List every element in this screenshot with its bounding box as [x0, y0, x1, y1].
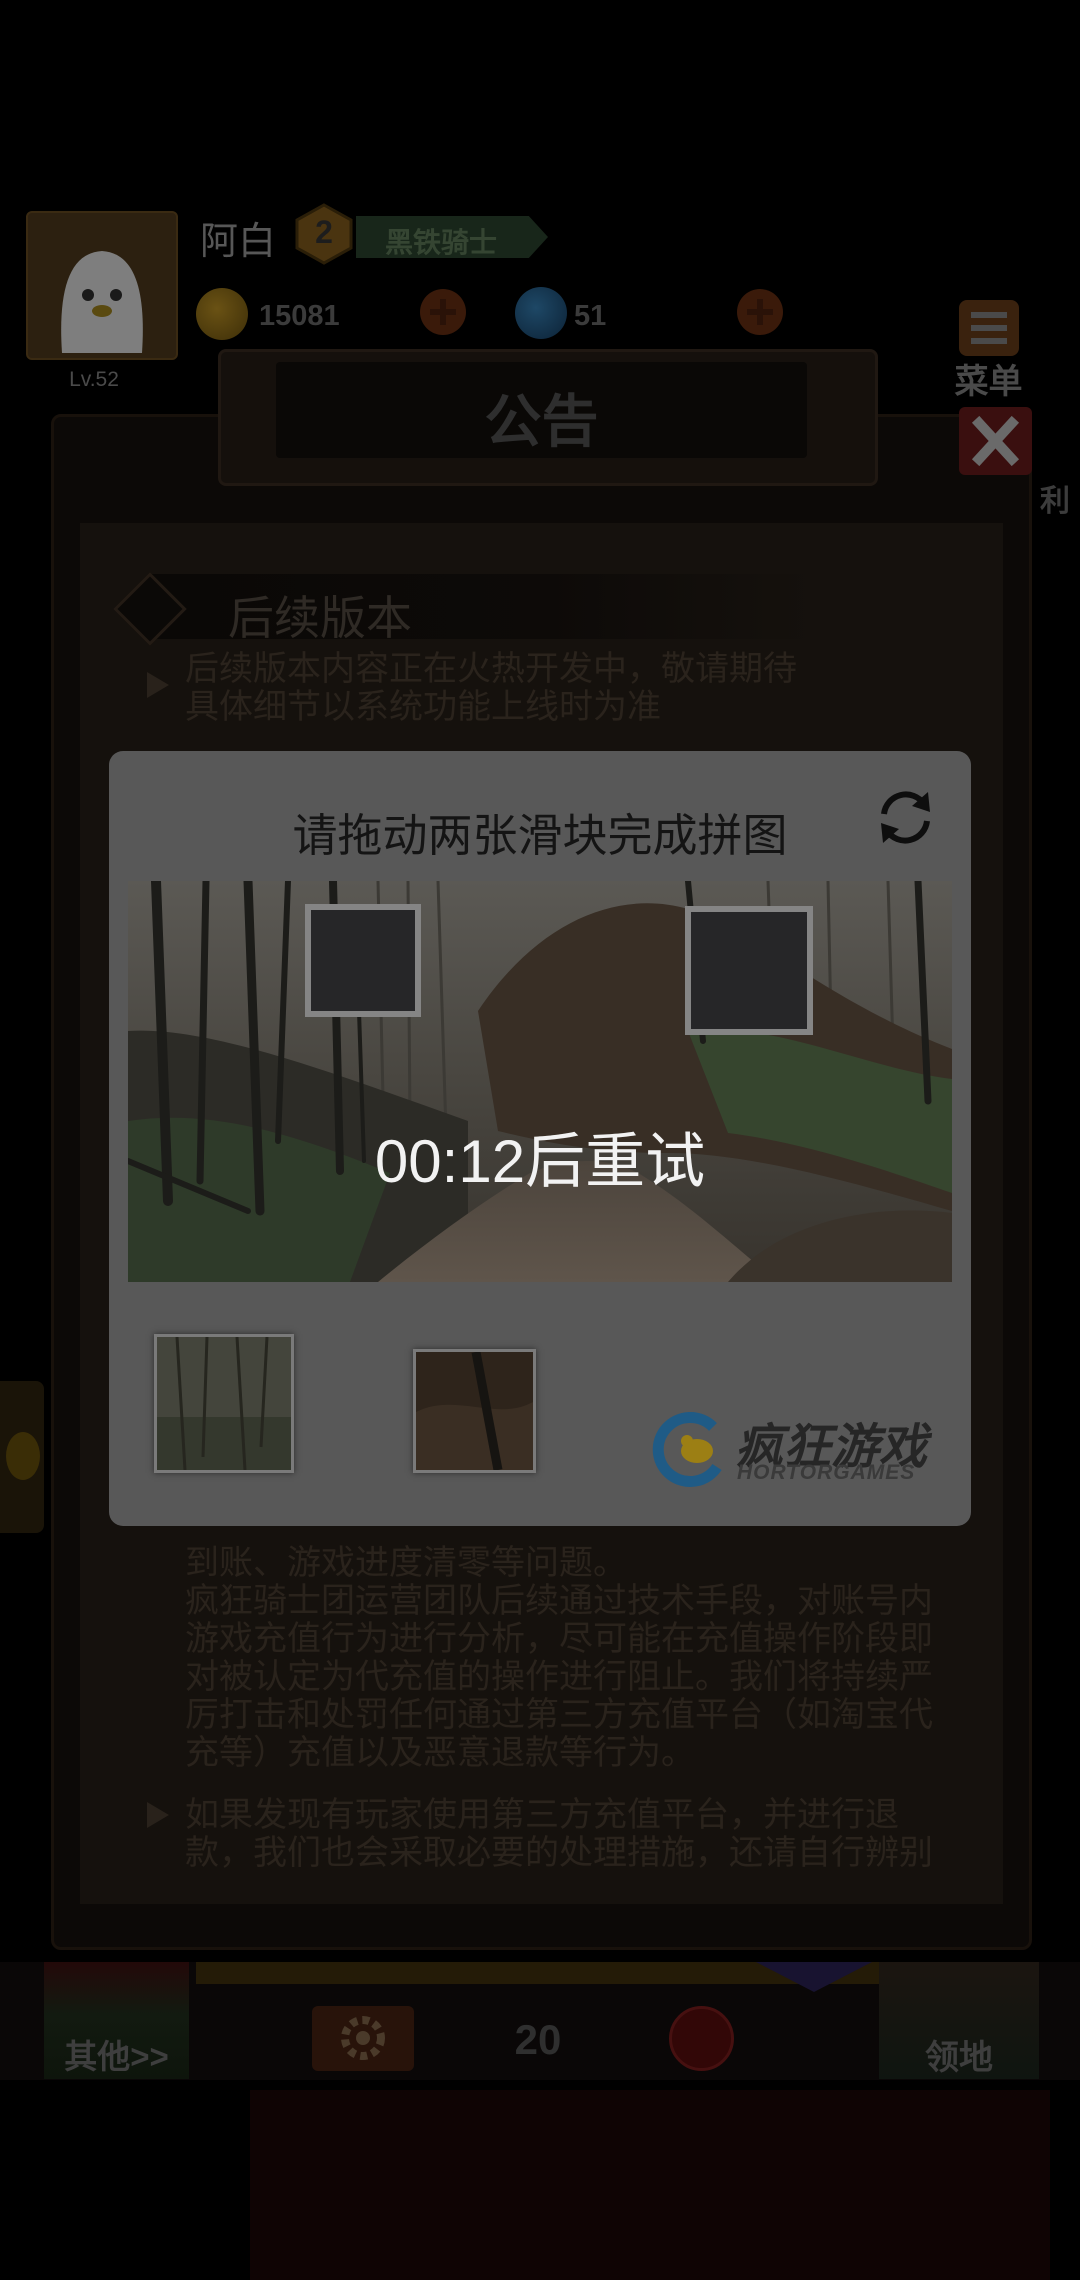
text-line: 具体细节以系统功能上线时为准	[185, 688, 661, 726]
bottom-count: 20	[514, 2016, 562, 2063]
retry-countdown: 00:12后重试	[374, 1128, 706, 1195]
left-side-badge-icon	[6, 1432, 40, 1480]
gem-count: 51	[574, 300, 607, 332]
forest-road-image	[128, 881, 952, 1282]
notice-bullet-1: 后续版本内容正在火热开发中，敬请期待 具体细节以系统功能上线时为准	[185, 650, 797, 726]
text-line: 游戏充值行为进行分析，尽可能在充值操作阶段即	[185, 1620, 933, 1658]
puzzle-piece-1[interactable]	[154, 1334, 294, 1473]
refresh-icon[interactable]	[872, 784, 939, 851]
notice-bullet-3: 如果发现有玩家使用第三方充值平台，并进行退 款，我们也会采取必要的处理措施，还请…	[185, 1796, 933, 1876]
section-title: 后续版本	[228, 592, 412, 644]
side-tab-label[interactable]: 利	[1040, 476, 1070, 520]
puzzle-image: 00:12后重试	[128, 881, 952, 1282]
rank-title: 黑铁骑士	[384, 227, 497, 258]
menu-button[interactable]: 菜单	[945, 298, 1032, 401]
puzzle-piece-2[interactable]	[413, 1349, 536, 1473]
coin-count: 15081	[259, 300, 340, 332]
ghost-avatar-icon	[61, 251, 143, 353]
notice-paragraph-2: 到账、游戏进度清零等问题。 疯狂骑士团运营团队后续通过技术手段，对账号内 游戏充…	[185, 1544, 933, 1772]
player-level-number: 2	[315, 214, 333, 250]
settings-button[interactable]	[312, 2006, 414, 2071]
text-line: 充等）充值以及恶意退款等行为。	[185, 1734, 695, 1772]
text-line: 疯狂骑士团运营团队后续通过技术手段，对账号内	[185, 1582, 933, 1620]
text-line: 款，我们也会采取必要的处理措施，还请自行辨别	[185, 1834, 933, 1872]
coin-icon	[196, 288, 248, 340]
menu-icon	[959, 300, 1019, 356]
red-round-button[interactable]	[669, 2006, 734, 2071]
logo-english-text: HORTORGAMES	[737, 1461, 916, 1484]
text-line: 后续版本内容正在火热开发中，敬请期待	[185, 650, 797, 688]
player-avatar[interactable]	[26, 211, 178, 360]
player-name: 阿白	[200, 221, 277, 263]
notice-title: 公告	[484, 390, 599, 454]
close-icon	[971, 415, 1020, 467]
hortor-logo: 疯狂游戏 HORTORGAMES	[647, 1399, 947, 1489]
gem-icon	[515, 287, 567, 339]
puzzle-slot-2	[685, 906, 813, 1035]
player-lv-label: Lv.52	[69, 368, 119, 391]
plus-icon[interactable]	[735, 287, 785, 337]
territory-label: 领地	[925, 2039, 993, 2077]
plus-icon[interactable]	[418, 287, 468, 337]
other-label: 其他>>	[64, 2038, 169, 2075]
close-button[interactable]	[959, 407, 1032, 475]
text-line: 如果发现有玩家使用第三方充值平台，并进行退	[185, 1796, 899, 1834]
menu-label: 菜单	[954, 363, 1023, 401]
text-line: 厉打击和处罚任何通过第三方充值平台（如淘宝代	[185, 1696, 933, 1734]
hortor-logo-icon	[652, 1412, 722, 1487]
puzzle-slot-1	[305, 904, 421, 1017]
text-line: 到账、游戏进度清零等问题。	[185, 1544, 627, 1582]
captcha-dialog: 请拖动两张滑块完成拼图 00:12后重试 疯狂游戏 HORTORGAMES	[109, 751, 971, 1526]
captcha-title: 请拖动两张滑块完成拼图	[292, 810, 788, 861]
text-line: 对被认定为代充值的操作进行阻止。我们将持续严	[185, 1658, 933, 1696]
bottom-scene	[250, 2090, 1050, 2280]
gear-icon	[341, 2016, 385, 2060]
